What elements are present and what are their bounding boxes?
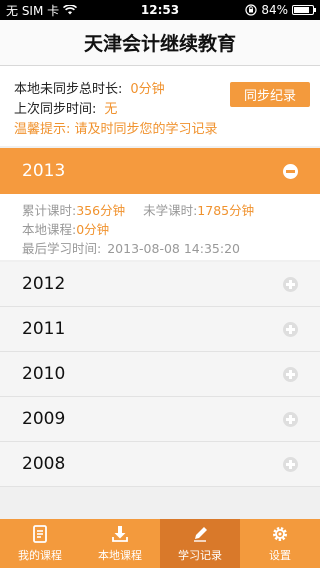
tab-bar: 我的课程 本地课程 学习记录 设置	[0, 519, 320, 568]
tab-study-records[interactable]: 学习记录	[160, 519, 240, 568]
year-label: 2012	[22, 274, 66, 294]
year-item[interactable]: 2012	[0, 262, 320, 307]
sync-tip: 温馨提示: 请及时同步您的学习记录	[14, 122, 218, 137]
year-label: 2013	[22, 161, 66, 181]
tab-label: 设置	[269, 549, 291, 562]
remaining-value: 1785分钟	[197, 203, 255, 218]
last-study-value: 2013-08-08 14:35:20	[107, 241, 240, 256]
unsynced-label: 本地未同步总时长:	[14, 82, 123, 97]
battery-percent: 84%	[261, 3, 288, 17]
sync-button[interactable]: 同步纪录	[230, 82, 310, 107]
tab-local-courses[interactable]: 本地课程	[80, 519, 160, 568]
year-item[interactable]: 2011	[0, 307, 320, 352]
last-sync-value: 无	[104, 102, 118, 117]
year-label: 2009	[22, 409, 66, 429]
year-item[interactable]: 2009	[0, 397, 320, 442]
lock-rotation-icon	[245, 4, 257, 16]
year-header-2013[interactable]: 2013	[0, 148, 320, 194]
status-bar: 无 SIM 卡 12:53 84%	[0, 0, 320, 20]
expand-icon[interactable]	[283, 276, 298, 292]
last-sync-label: 上次同步时间:	[14, 102, 97, 117]
battery-fill	[294, 7, 310, 13]
battery-icon	[292, 5, 316, 15]
studied-label: 累计课时:	[22, 203, 77, 218]
pencil-icon	[194, 527, 207, 542]
expand-icon[interactable]	[283, 456, 298, 472]
year-list: 2012 2011 2010 2009 2008	[0, 262, 320, 487]
year-label: 2008	[22, 454, 66, 474]
expand-icon[interactable]	[283, 321, 298, 337]
expand-icon[interactable]	[283, 411, 298, 427]
status-right: 84%	[245, 3, 316, 17]
remaining-label: 未学课时:	[143, 203, 198, 218]
carrier-label: 无 SIM 卡	[6, 3, 60, 18]
hours-row: 累计课时: 356分钟 未学课时: 1785分钟	[22, 201, 298, 220]
local-row: 本地课程: 0分钟	[22, 220, 298, 239]
studied-value: 356分钟	[76, 203, 126, 218]
collapse-icon[interactable]	[283, 163, 298, 179]
last-study-label: 最后学习时间:	[22, 241, 102, 256]
year-item[interactable]: 2010	[0, 352, 320, 397]
year-label: 2011	[22, 319, 66, 339]
year-detail: 累计课时: 356分钟 未学课时: 1785分钟 本地课程: 0分钟 最后学习时…	[0, 194, 320, 260]
wifi-icon	[63, 5, 78, 15]
tab-label: 我的课程	[18, 549, 62, 562]
local-value: 0分钟	[76, 222, 110, 237]
tab-label: 本地课程	[98, 549, 142, 562]
tab-label: 学习记录	[178, 549, 222, 562]
local-label: 本地课程:	[22, 222, 77, 237]
page-title: 天津会计继续教育	[83, 33, 236, 55]
tab-settings[interactable]: 设置	[240, 519, 320, 568]
sync-panel: 本地未同步总时长: 0分钟 上次同步时间: 无 温馨提示: 请及时同步您的学习记…	[0, 66, 320, 146]
status-left: 无 SIM 卡	[6, 2, 245, 19]
tab-my-courses[interactable]: 我的课程	[0, 519, 80, 568]
expand-icon[interactable]	[283, 366, 298, 382]
last-study-row: 最后学习时间: 2013-08-08 14:35:20	[22, 239, 298, 258]
download-icon	[112, 526, 128, 542]
year-label: 2010	[22, 364, 66, 384]
year-item[interactable]: 2008	[0, 442, 320, 487]
unsynced-value: 0分钟	[130, 82, 165, 97]
nav-bar: 天津会计继续教育	[0, 20, 320, 66]
document-icon	[33, 525, 47, 543]
gear-icon	[273, 527, 287, 541]
